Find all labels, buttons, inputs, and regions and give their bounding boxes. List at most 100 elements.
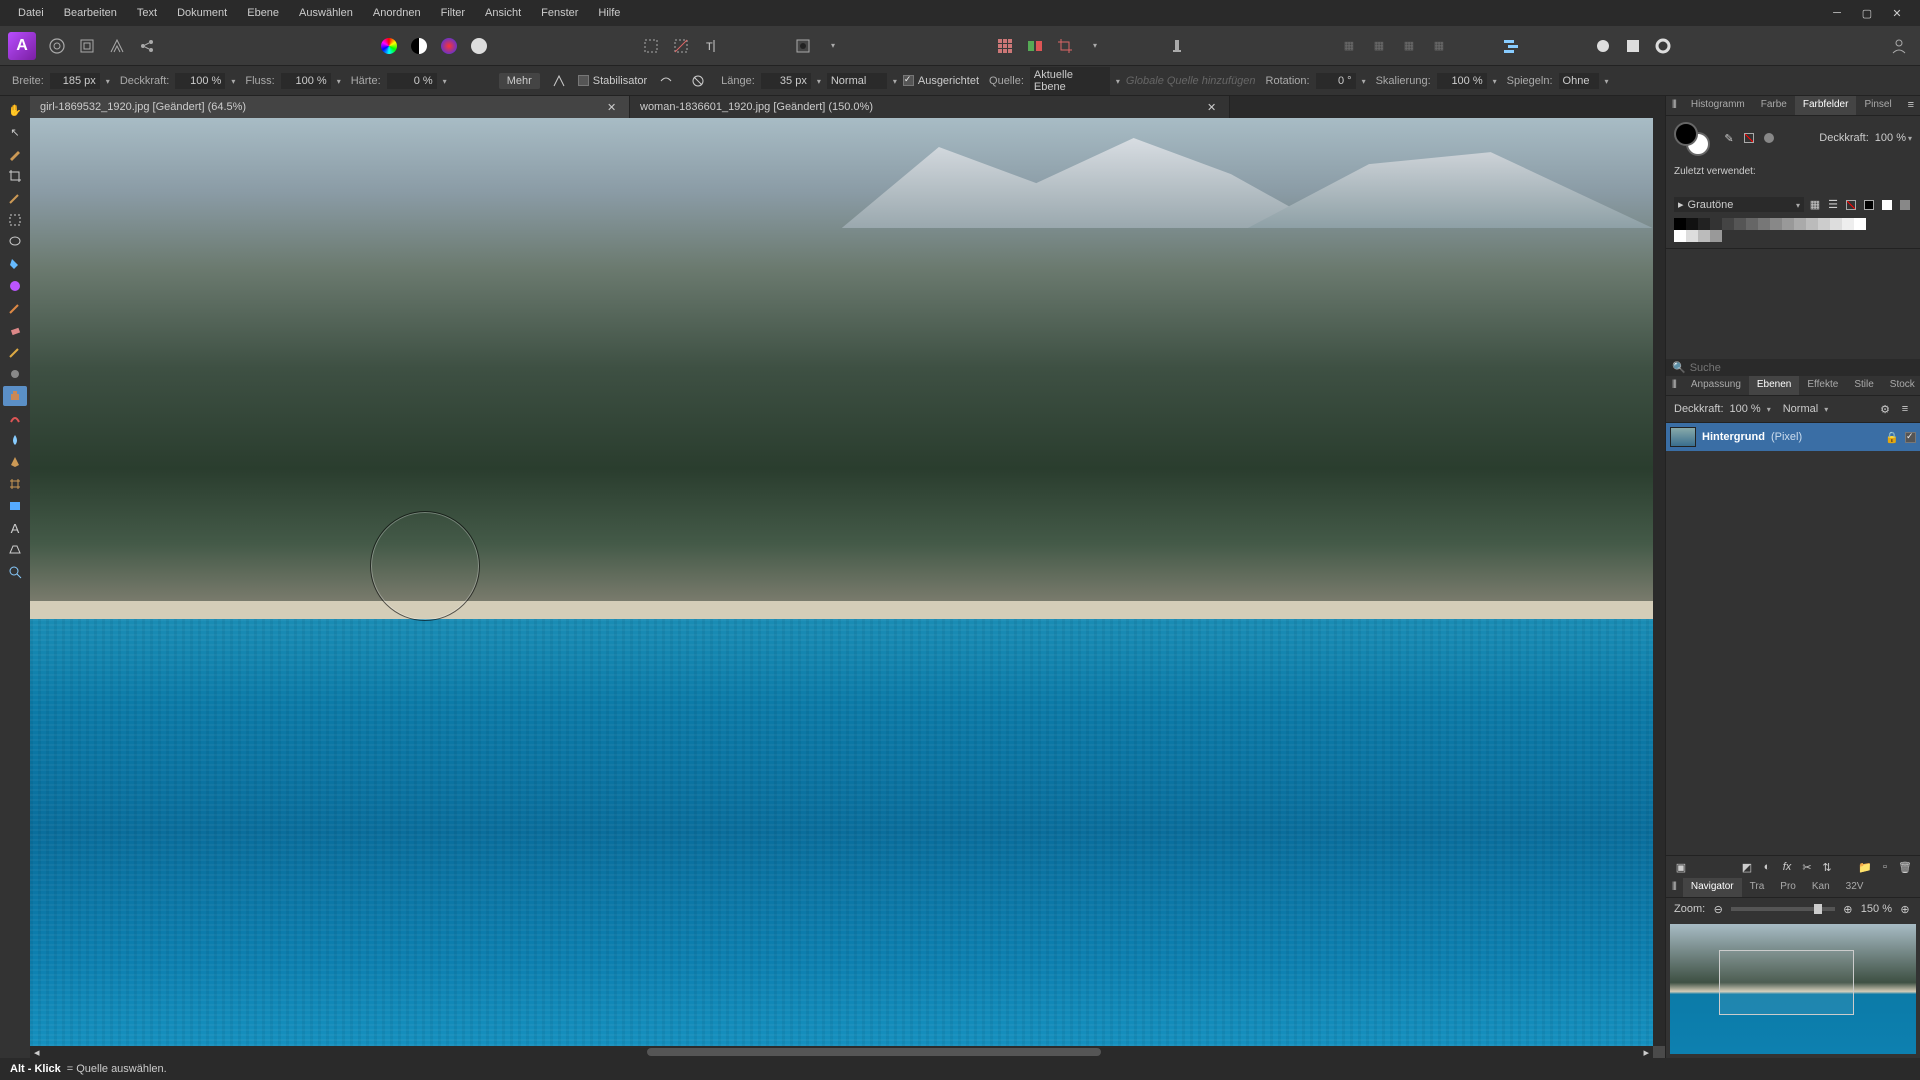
quickmask-icon[interactable] <box>790 33 816 59</box>
perspective-tool[interactable] <box>3 540 27 560</box>
none-color-icon[interactable] <box>1742 131 1756 145</box>
tab-tra[interactable]: Tra <box>1742 878 1773 897</box>
crop-tool[interactable] <box>3 166 27 186</box>
persona-photo-icon[interactable] <box>44 33 70 59</box>
tab-ebenen[interactable]: Ebenen <box>1749 376 1799 395</box>
tab-effekte[interactable]: Effekte <box>1799 376 1846 395</box>
hardness-value[interactable]: 0 % <box>387 73 437 89</box>
selection-brush-tool[interactable] <box>3 188 27 208</box>
info-icon[interactable] <box>1164 33 1190 59</box>
move-tool[interactable]: ↖ <box>3 122 27 142</box>
tab-32v[interactable]: 32V <box>1838 878 1872 897</box>
snap3-icon[interactable] <box>1650 33 1676 59</box>
opacity-dropdown[interactable] <box>231 75 235 87</box>
zoom-value[interactable]: 150 % <box>1861 903 1892 915</box>
swatch-white-icon[interactable] <box>1880 198 1894 212</box>
navigator-viewport-rect[interactable] <box>1719 950 1854 1015</box>
zoom-fit-icon[interactable]: ⊕ <box>1898 902 1912 916</box>
pen-tool[interactable] <box>3 452 27 472</box>
panel-opacity-value[interactable]: 100 % <box>1875 132 1906 144</box>
document-tab-2[interactable]: woman-1836601_1920.jpg [Geändert] (150.0… <box>630 96 1230 118</box>
tab-stile[interactable]: Stile <box>1846 376 1881 395</box>
tab-histogramm[interactable]: Histogramm <box>1683 96 1753 115</box>
swatch-mid-icon[interactable] <box>1898 198 1912 212</box>
blend-mode[interactable]: Normal <box>827 73 887 89</box>
menu-filter[interactable]: Filter <box>431 3 475 23</box>
tab-navigator[interactable]: Navigator <box>1683 878 1742 897</box>
menu-dokument[interactable]: Dokument <box>167 3 237 23</box>
layer-crop-icon[interactable]: ✂ <box>1800 860 1814 874</box>
paint-brush-tool[interactable] <box>3 298 27 318</box>
opacity-value[interactable]: 100 % <box>175 73 225 89</box>
layer-visibility-check[interactable] <box>1905 432 1916 443</box>
eyedropper-icon[interactable]: ✎ <box>1722 131 1736 145</box>
dodge-tool[interactable] <box>3 364 27 384</box>
foreground-color[interactable] <box>1674 122 1698 146</box>
selection-rect-icon[interactable] <box>638 33 664 59</box>
canvas[interactable] <box>30 118 1653 1046</box>
window-mode-icon[interactable] <box>685 68 711 94</box>
flow-dropdown[interactable] <box>337 75 341 87</box>
pencil-tool[interactable] <box>3 342 27 362</box>
marquee-tool[interactable] <box>3 210 27 230</box>
color-wheel-icon[interactable] <box>376 33 402 59</box>
panel-opacity-dropdown[interactable] <box>1908 132 1912 144</box>
scroll-thumb[interactable] <box>647 1048 1101 1056</box>
inpainting-tool[interactable] <box>3 408 27 428</box>
more-button[interactable]: Mehr <box>499 73 540 89</box>
grayscale-swatches[interactable] <box>1674 230 1912 242</box>
layer-mask-icon[interactable]: ◩ <box>1740 860 1754 874</box>
selection-remove-icon[interactable] <box>668 33 694 59</box>
flood-fill-tool[interactable] <box>3 254 27 274</box>
arrange-icon[interactable] <box>1498 33 1524 59</box>
layer-settings-icon[interactable]: ⚙ <box>1878 402 1892 416</box>
menu-hilfe[interactable]: Hilfe <box>588 3 630 23</box>
zoom-out-icon[interactable]: ⊖ <box>1711 902 1725 916</box>
menu-ebene[interactable]: Ebene <box>237 3 289 23</box>
menu-auswaehlen[interactable]: Auswählen <box>289 3 363 23</box>
swatch-preset-dropdown[interactable]: ▸Grautöne <box>1674 197 1804 212</box>
tab-anpassung[interactable]: Anpassung <box>1683 376 1749 395</box>
menu-datei[interactable]: Datei <box>8 3 54 23</box>
close-button[interactable]: ✕ <box>1890 6 1904 20</box>
blend-dropdown[interactable] <box>893 75 897 87</box>
maximize-button[interactable]: ▢ <box>1860 6 1874 20</box>
rectangle-tool[interactable] <box>3 496 27 516</box>
swatch-none-icon[interactable] <box>1844 198 1858 212</box>
scale-value[interactable]: 100 % <box>1437 73 1487 89</box>
menu-anordnen[interactable]: Anordnen <box>363 3 431 23</box>
persona-export-icon[interactable] <box>134 33 160 59</box>
grid-all-icon[interactable] <box>992 33 1018 59</box>
grayscale-ramp[interactable] <box>1674 218 1912 230</box>
mesh-warp-tool[interactable] <box>3 474 27 494</box>
tab-stock[interactable]: Stock <box>1882 376 1920 395</box>
layer-opacity-dropdown[interactable] <box>1767 403 1771 415</box>
panel-menu-icon[interactable]: ≡ <box>1902 96 1920 115</box>
layer-delete-icon[interactable]: 🗑 <box>1898 860 1912 874</box>
rotation-dropdown[interactable] <box>1362 75 1366 87</box>
layer-folder-icon[interactable]: 📁 <box>1858 860 1872 874</box>
tab-kan[interactable]: Kan <box>1804 878 1838 897</box>
layer-blend-dropdown[interactable] <box>1824 403 1828 415</box>
zoom-in-icon[interactable]: ⊕ <box>1841 902 1855 916</box>
mirror-value[interactable]: Ohne <box>1559 73 1599 89</box>
layer-group-icon[interactable]: ▣ <box>1674 860 1688 874</box>
menu-text[interactable]: Text <box>127 3 167 23</box>
width-dropdown[interactable] <box>106 75 110 87</box>
canvas-viewport[interactable]: ◂▸ <box>30 118 1665 1058</box>
crop-dropdown[interactable] <box>1082 33 1108 59</box>
stabilizer-check[interactable]: Stabilisator <box>578 75 647 87</box>
gradient-tool[interactable] <box>3 276 27 296</box>
color-picker-icon[interactable] <box>436 33 462 59</box>
minimize-button[interactable]: ─ <box>1830 6 1844 20</box>
layer-lock-icon[interactable]: 🔒 <box>1885 430 1899 444</box>
layer-row[interactable]: Hintergrund (Pixel) 🔒 <box>1666 423 1920 451</box>
mirror-dropdown[interactable] <box>1605 75 1609 87</box>
crop-tool-icon[interactable] <box>1052 33 1078 59</box>
tab-pinsel[interactable]: Pinsel <box>1856 96 1899 115</box>
menu-fenster[interactable]: Fenster <box>531 3 588 23</box>
source-dropdown[interactable] <box>1116 75 1120 87</box>
vertical-scrollbar[interactable] <box>1653 118 1665 1046</box>
quickmask-dropdown[interactable] <box>820 33 846 59</box>
rotation-value[interactable]: 0 ° <box>1316 73 1356 89</box>
